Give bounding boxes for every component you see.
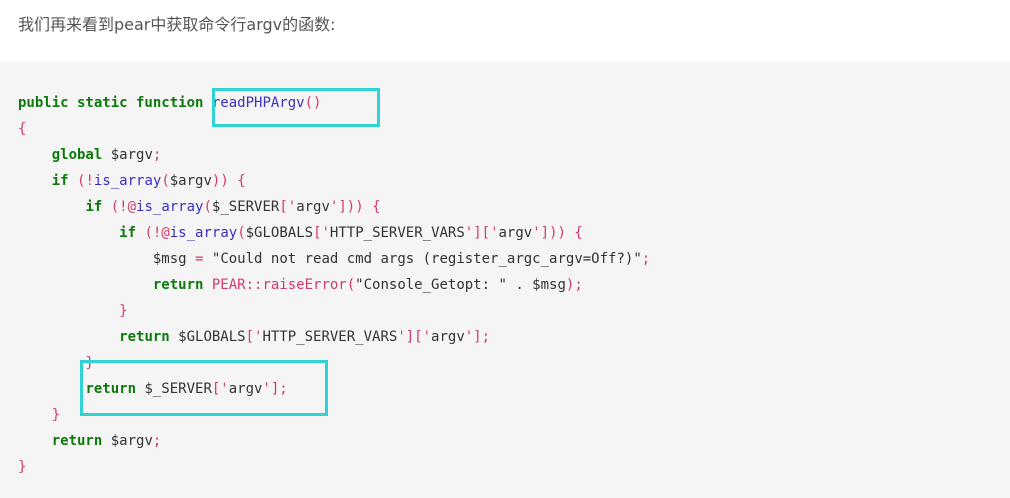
code-token: $msg (18, 251, 196, 267)
code-block: public static function readPHPArgv() { gl… (0, 62, 1010, 498)
code-token: $argv (102, 433, 153, 449)
code-token: ); (565, 277, 583, 293)
code-token: ( (237, 225, 246, 241)
code-token: () (304, 95, 322, 111)
intro-text: 我们再来看到pear中获取命令行argv的函数: (18, 15, 336, 34)
code-token: ( (161, 173, 170, 189)
code-token: [' (211, 381, 229, 397)
code-line: return $_SERVER['argv']; (18, 376, 650, 402)
code-token: [' (245, 329, 263, 345)
code-token: argv (296, 199, 330, 215)
code-token: (!@ (144, 225, 170, 241)
code-token: (!@ (110, 199, 137, 215)
code-token: [' (313, 225, 330, 241)
code-token: public static function (18, 95, 204, 111)
code-token: return (119, 329, 170, 345)
code-token: $argv (169, 173, 212, 189)
code-token: ; (641, 251, 651, 267)
code-token: is_array (136, 199, 204, 215)
code-line: if (!@is_array($_SERVER['argv'])) { (18, 194, 650, 220)
page: 我们再来看到pear中获取命令行argv的函数: public static f… (0, 0, 1010, 498)
code-token: return (85, 381, 137, 397)
code-token: )) { (211, 173, 246, 189)
code-token: if (119, 225, 137, 241)
code-token: is_array (169, 225, 238, 241)
code-token: (! (77, 173, 94, 189)
code-listing: public static function readPHPArgv() { gl… (18, 90, 650, 480)
code-line: } (18, 402, 650, 428)
code-token: ; (152, 433, 162, 449)
code-token: PEAR::raiseError (211, 277, 347, 293)
code-line: return $argv; (18, 428, 650, 454)
code-token: } (119, 303, 128, 319)
code-token: is_array (93, 173, 162, 189)
code-line: { (18, 116, 650, 142)
code-token: '][' (397, 329, 432, 345)
code-line: return $GLOBALS['HTTP_SERVER_VARS']['arg… (18, 324, 650, 350)
code-token: ( (346, 277, 356, 293)
code-token: argv (498, 225, 533, 241)
code-line: public static function readPHPArgv() (18, 90, 650, 116)
code-token: [' (279, 199, 297, 215)
code-token: $GLOBALS (169, 329, 246, 345)
code-token: global (51, 147, 103, 163)
code-token: '])) { (329, 199, 381, 215)
code-token: } (85, 355, 94, 371)
code-line: } (18, 298, 650, 324)
code-token: "Console_Getopt: " . $msg (355, 277, 566, 293)
code-line: if (!is_array($argv)) { (18, 168, 650, 194)
code-line: } (18, 454, 650, 480)
code-token: if (85, 199, 103, 215)
code-token: ( (203, 199, 212, 215)
code-token: '])) { (532, 225, 583, 241)
code-token: argv (431, 329, 465, 345)
code-token: } (18, 459, 27, 475)
code-token: readPHPArgv (211, 95, 305, 111)
code-token: "Could not read cmd args (register_argc_… (211, 251, 642, 267)
code-token: HTTP_SERVER_VARS (262, 329, 398, 345)
code-line: return PEAR::raiseError("Console_Getopt:… (18, 272, 650, 298)
code-token: ; (152, 147, 162, 163)
code-line: global $argv; (18, 142, 650, 168)
code-token: } (51, 407, 61, 423)
code-token: argv (228, 381, 263, 397)
code-token: HTTP_SERVER_VARS (329, 225, 465, 241)
code-token: return (152, 277, 204, 293)
code-token: $argv (102, 147, 153, 163)
code-line: $msg = "Could not read cmd args (registe… (18, 246, 650, 272)
code-token: { (18, 121, 27, 137)
code-line: } (18, 350, 650, 376)
code-token: ']; (464, 329, 491, 345)
code-token: $GLOBALS (245, 225, 314, 241)
code-token: ']; (262, 381, 288, 397)
code-line: if (!@is_array($GLOBALS['HTTP_SERVER_VAR… (18, 220, 650, 246)
code-token: '][' (464, 225, 499, 241)
code-token: return (51, 433, 103, 449)
code-token: if (51, 173, 69, 189)
code-token: $_SERVER (211, 199, 280, 215)
code-token: $_SERVER (136, 381, 212, 397)
